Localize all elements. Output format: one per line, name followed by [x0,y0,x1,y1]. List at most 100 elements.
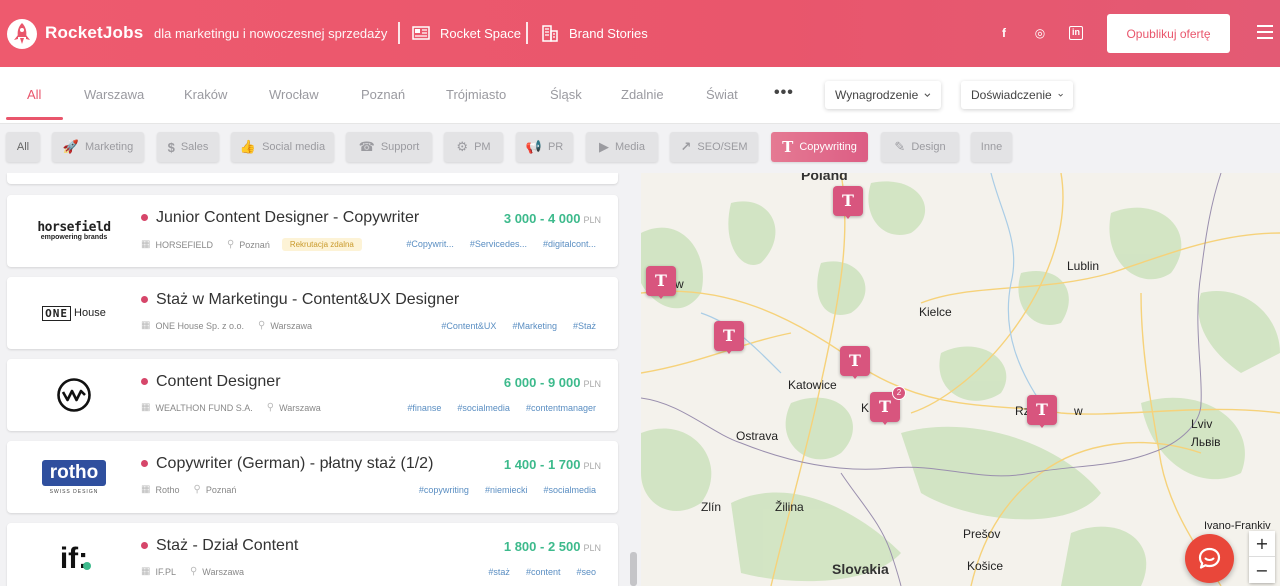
city-tab-all[interactable]: All [27,87,41,102]
publish-offer-button[interactable]: Opublikuj ofertę [1107,14,1230,53]
category-chip-support[interactable]: ☎ Support [346,132,432,162]
salary-dropdown[interactable]: Wynagrodzenie [825,81,941,109]
job-tag[interactable]: #Marketing [512,321,557,331]
job-list-scrollbar[interactable] [628,173,640,586]
job-card-partial[interactable] [7,173,618,184]
brand-stories-link[interactable]: Brand Stories [541,24,648,42]
instagram-icon[interactable]: ◎ [1033,26,1047,40]
job-tag[interactable]: #socialmedia [543,485,596,495]
head-gear-icon: ⚙ [456,139,469,154]
job-salary: 3 000 - 4 000 PLN [503,211,601,226]
job-tag[interactable]: #seo [576,567,596,577]
city-tab-swiat[interactable]: Świat [706,87,738,102]
company-logo: horsefield empowering brands [21,209,127,253]
map-label-city: w [1074,404,1083,418]
job-tag[interactable]: #digitalcont... [543,239,596,249]
map-marker[interactable]: T [1027,395,1057,428]
job-salary: 1 400 - 1 700 PLN [503,457,601,472]
job-title[interactable]: Copywriter (German) - płatny staż (1/2) [156,455,433,473]
map-marker[interactable]: T [833,186,863,219]
job-card[interactable]: ONE House Staż w Marketingu - Content&UX… [7,277,618,349]
rocket-space-label: Rocket Space [440,25,521,41]
job-tag[interactable]: #content [526,567,561,577]
status-dot [141,296,148,303]
thumbs-up-icon: 👍 [239,139,257,154]
job-tags: #Copywrit... #Servicedes... #digitalcont… [406,239,596,249]
category-chip-pr[interactable]: 📢 PR [516,132,573,162]
job-title[interactable]: Junior Content Designer - Copywriter [156,209,419,227]
map-marker[interactable]: T [646,266,676,299]
category-chip-pm[interactable]: ⚙ PM [444,132,503,162]
job-tag[interactable]: #contentmanager [526,403,596,413]
category-chip-social-media[interactable]: 👍 Social media [231,132,334,162]
city-tabs-bar: All Warszawa Kraków Wrocław Poznań Trójm… [0,67,1280,124]
city-tab-zdalnie[interactable]: Zdalnie [621,87,664,102]
experience-dropdown[interactable]: Doświadczenie [961,81,1073,109]
job-tag[interactable]: #Servicedes... [470,239,527,249]
job-card[interactable]: if: Staż - Dział Content 1 800 - 2 500 PL… [7,523,618,586]
job-tag[interactable]: #finanse [407,403,441,413]
job-meta: ▦ IF.PL ⚲ Warszawa [141,566,244,577]
rocket-space-link[interactable]: Rocket Space [412,24,521,42]
job-title[interactable]: Staż w Marketingu - Content&UX Designer [156,291,459,309]
job-tag[interactable]: #niemiecki [485,485,528,495]
job-city: Poznań [205,484,237,495]
category-chip-all[interactable]: All [6,132,40,162]
scrollbar-thumb[interactable] [630,552,637,586]
linkedin-icon[interactable]: in [1069,26,1083,40]
company-logo-subtext: House [74,307,106,319]
more-cities-button[interactable]: ••• [774,84,794,102]
job-tag[interactable]: #staż [488,567,510,577]
city-tab-krakow[interactable]: Kraków [184,87,227,102]
job-tags: #copywriting #niemiecki #socialmedia [419,485,596,495]
map-marker-cluster[interactable]: T2 [870,386,906,425]
job-card[interactable]: horsefield empowering brands Junior Cont… [7,195,618,267]
zoom-out-button[interactable]: − [1249,557,1275,583]
category-chip-seo-sem[interactable]: ↗ SEO/SEM [670,132,758,162]
category-chip-marketing[interactable]: 🚀 Marketing [52,132,144,162]
header-divider [398,22,400,44]
city-tab-wroclaw[interactable]: Wrocław [269,87,319,102]
map-marker[interactable]: T [714,321,744,354]
job-tag[interactable]: #Copywrit... [406,239,454,249]
company-name: Rotho [155,484,180,495]
job-title[interactable]: Staż - Dział Content [156,537,298,555]
city-tab-warszawa[interactable]: Warszawa [84,87,144,102]
status-dot [141,542,148,549]
experience-dropdown-label: Doświadczenie [971,88,1052,102]
job-title[interactable]: Content Designer [156,373,281,391]
category-label: All [16,141,30,153]
city-tab-slask[interactable]: Śląsk [550,87,582,102]
job-meta: ▦ ONE House Sp. z o.o. ⚲ Warszawa [141,320,312,331]
job-tag[interactable]: #Content&UX [441,321,496,331]
category-chip-sales[interactable]: $ Sales [157,132,219,162]
hamburger-menu-icon[interactable] [1257,25,1273,39]
category-label: Sales [180,141,209,153]
job-tag[interactable]: #Staż [573,321,596,331]
job-tag[interactable]: #socialmedia [457,403,510,413]
category-chip-inne[interactable]: Inne [971,132,1012,162]
category-chip-copywriting[interactable]: T Copywriting [771,132,868,162]
map-label-city: Lviv [1191,417,1213,431]
brand-name[interactable]: RocketJobs [45,23,143,43]
job-salary [598,293,601,308]
chat-widget-button[interactable] [1185,534,1234,583]
city-tab-trojmiasto[interactable]: Trójmiasto [446,87,506,102]
category-chip-design[interactable]: ✎ Design [881,132,959,162]
category-label: Design [911,141,946,153]
company-logo-text: rotho [41,459,107,486]
city-tab-poznan[interactable]: Poznań [361,87,405,102]
map-marker[interactable]: T [840,346,870,379]
company-logo-text: ONE [42,305,72,321]
job-tag[interactable]: #copywriting [419,485,469,495]
category-label: SEO/SEM [697,141,748,153]
jobs-map[interactable]: Poland Lublin Kielce Katowice Ostrava Lv… [641,173,1280,586]
facebook-icon[interactable]: f [997,26,1011,40]
rocket-logo-icon[interactable] [6,18,38,50]
job-card[interactable]: Content Designer 6 000 - 9 000 PLN ▦ WEAL… [7,359,618,431]
category-chip-media[interactable]: ▶ Media [586,132,658,162]
company-logo-subtext: SWISS DESIGN [49,488,99,495]
company-name: HORSEFIELD [155,239,213,250]
zoom-in-button[interactable]: + [1249,531,1275,557]
job-card[interactable]: rotho SWISS DESIGN Copywriter (German) -… [7,441,618,513]
